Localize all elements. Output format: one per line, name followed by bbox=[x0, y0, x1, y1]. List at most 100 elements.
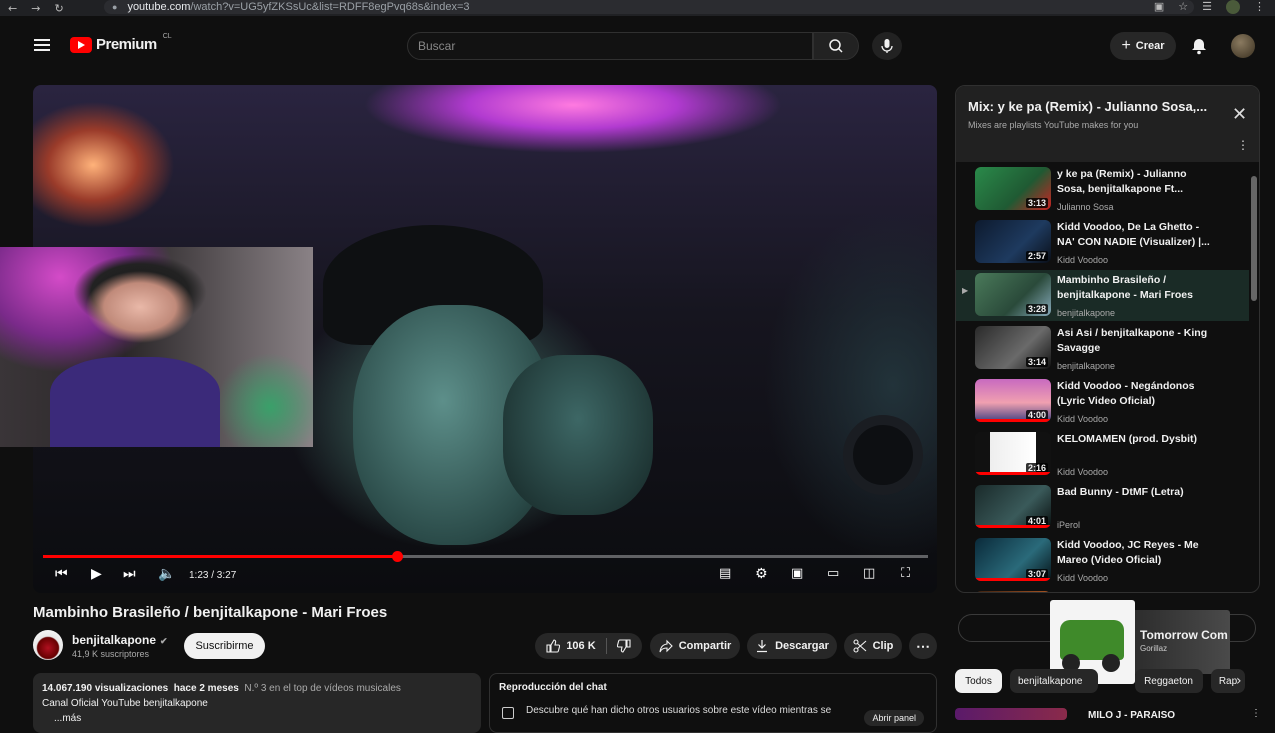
show-more-link[interactable]: ...más bbox=[42, 711, 472, 726]
playlist-item-title[interactable]: y ke pa (Remix) - Julianno Sosa, benjita… bbox=[1057, 167, 1217, 197]
forward-icon[interactable]: → bbox=[31, 2, 40, 15]
playlist-item-channel: iPerol bbox=[1057, 520, 1081, 530]
playlist-item-title[interactable]: JERE KLEIN & LUCKY BROWN - bbox=[1057, 591, 1217, 592]
verified-check-icon: ✔ bbox=[160, 636, 168, 646]
hamburger-menu-icon[interactable] bbox=[34, 39, 50, 51]
playlist-item-thumbnail[interactable]: 2:16 bbox=[975, 432, 1051, 475]
search-button[interactable] bbox=[813, 32, 859, 60]
recommendation-more-icon[interactable]: ⋮ bbox=[1251, 708, 1261, 719]
playlist-item-channel: Kidd Voodoo bbox=[1057, 467, 1109, 477]
video-frame-detail bbox=[843, 415, 923, 495]
playlist-item-thumbnail[interactable]: 3:14 bbox=[975, 326, 1051, 369]
subtitles-icon[interactable]: ▤ bbox=[719, 567, 731, 580]
create-button[interactable]: + Crear bbox=[1110, 32, 1176, 60]
back-icon[interactable]: ← bbox=[8, 2, 17, 15]
playlist-item-title[interactable]: Kidd Voodoo - Negándonos (Lyric Video Of… bbox=[1057, 379, 1217, 409]
playlist-item[interactable]: 2:16 KELOMAMEN (prod. Dysbit) Kidd Voodoo bbox=[956, 429, 1249, 480]
youtube-premium-logo[interactable]: Premium CL bbox=[70, 33, 172, 53]
progress-bar[interactable] bbox=[43, 551, 928, 562]
media-control-icon[interactable]: ☰ bbox=[1202, 0, 1212, 14]
clip-label: Clip bbox=[872, 640, 894, 652]
fullscreen-icon[interactable]: ⛶ bbox=[901, 567, 910, 580]
url-host: youtube.com bbox=[127, 1, 191, 13]
channel-name[interactable]: benjitalkapone bbox=[72, 633, 156, 647]
chart-rank[interactable]: N.º 3 en el top de vídeos musicales bbox=[244, 683, 401, 694]
playlist-item[interactable]: 4:00 Kidd Voodoo - Negándonos (Lyric Vide… bbox=[956, 376, 1249, 427]
playlist-item[interactable]: 3:14 Asi Asi / benjitalkapone - King Sava… bbox=[956, 323, 1249, 374]
browser-menu-icon[interactable]: ⋮ bbox=[1254, 0, 1265, 14]
playlist-item[interactable]: 4:01 Bad Bunny - DtMF (Letra) iPerol bbox=[956, 482, 1249, 533]
volume-icon[interactable]: 🔈 bbox=[158, 567, 175, 581]
subscribe-button[interactable]: Suscribirme bbox=[184, 633, 265, 659]
playlist-item-thumbnail[interactable]: 4:01 bbox=[975, 485, 1051, 528]
settings-gear-icon[interactable]: ⚙ bbox=[755, 567, 768, 581]
playlist-item-thumbnail[interactable] bbox=[975, 591, 1051, 592]
voice-search-button[interactable] bbox=[872, 32, 902, 60]
playlist-item[interactable]: 3:13 y ke pa (Remix) - Julianno Sosa, ben… bbox=[956, 164, 1249, 215]
playlist-item-duration: 3:13 bbox=[1025, 198, 1048, 208]
recommendation-thumbnail[interactable] bbox=[955, 708, 1067, 720]
scrubber-handle[interactable] bbox=[392, 551, 403, 562]
plus-icon: + bbox=[1121, 37, 1131, 54]
close-icon[interactable]: ✕ bbox=[1232, 106, 1247, 124]
playlist-item-title[interactable]: Asi Asi / benjitalkapone - King Savagge bbox=[1057, 326, 1217, 356]
playlist-item-thumbnail[interactable]: 3:13 bbox=[975, 167, 1051, 210]
webcam-detail bbox=[50, 357, 220, 447]
playlist-item-thumbnail[interactable]: 4:00 bbox=[975, 379, 1051, 422]
more-actions-button[interactable]: ⋯ bbox=[909, 633, 937, 659]
playlist-more-icon[interactable]: ⋮ bbox=[1237, 139, 1249, 151]
playlist-item[interactable]: JERE KLEIN & LUCKY BROWN - bbox=[956, 588, 1249, 592]
thumbs-down-icon[interactable] bbox=[616, 639, 631, 653]
playlist-item-thumbnail[interactable]: 3:07 bbox=[975, 538, 1051, 581]
bookmark-star-icon[interactable]: ☆ bbox=[1178, 0, 1188, 14]
playlist-title[interactable]: Mix: y ke pa (Remix) - Julianno Sosa,... bbox=[968, 99, 1223, 114]
clip-button[interactable]: Clip bbox=[844, 633, 902, 659]
chat-replay-description: Descubre qué han dicho otros usuarios so… bbox=[526, 705, 832, 716]
miniplayer-icon[interactable]: ▣ bbox=[791, 567, 803, 580]
like-button[interactable]: 106 K bbox=[546, 639, 596, 653]
cast-icon[interactable]: ◫ bbox=[863, 567, 875, 580]
theater-mode-icon[interactable]: ▭ bbox=[827, 567, 839, 580]
share-button[interactable]: Compartir bbox=[650, 633, 740, 659]
recommendation-item[interactable]: MILO J - PARAISO ⋮ bbox=[955, 706, 1275, 721]
playlist-item-thumbnail[interactable]: 3:28 bbox=[975, 273, 1051, 316]
open-panel-button[interactable]: Abrir panel bbox=[864, 710, 924, 726]
account-avatar[interactable] bbox=[1231, 34, 1255, 58]
playlist-item-title[interactable]: Kidd Voodoo, JC Reyes - Me Mareo (Video … bbox=[1057, 538, 1217, 568]
chip-reggaeton[interactable]: Reggaeton bbox=[1135, 669, 1203, 693]
channel-name-row[interactable]: benjitalkapone ✔ bbox=[72, 633, 168, 647]
microphone-icon bbox=[881, 39, 893, 53]
recommendation-title[interactable]: MILO J - PARAISO bbox=[1088, 710, 1175, 721]
chevron-right-icon[interactable]: › bbox=[1236, 673, 1242, 689]
play-icon[interactable]: ▶ bbox=[91, 567, 102, 581]
playlist-item-duration: 2:57 bbox=[1025, 251, 1048, 261]
search-input[interactable]: Buscar bbox=[407, 32, 813, 60]
chip-todos[interactable]: Todos bbox=[955, 669, 1002, 693]
playlist-item[interactable]: ▶ 3:28 Mambinho Brasileño / benjitalkapone… bbox=[956, 270, 1249, 321]
browser-actions: ▣ ☆ ☰ ⋮ bbox=[1154, 0, 1265, 14]
playlist-item-title[interactable]: Kidd Voodoo, De La Ghetto - NA' CON NADI… bbox=[1057, 220, 1217, 250]
playlist-item-channel: Julianno Sosa bbox=[1057, 202, 1114, 212]
playlist-scrollbar[interactable] bbox=[1251, 176, 1257, 301]
channel-avatar[interactable] bbox=[33, 630, 63, 660]
playlist-item-watched-bar bbox=[975, 419, 1051, 422]
next-icon[interactable]: ⏭ bbox=[123, 567, 136, 581]
description-box[interactable]: 14.067.190 visualizaciones hace 2 meses … bbox=[33, 673, 481, 733]
playlist-item-title[interactable]: Bad Bunny - DtMF (Letra) bbox=[1057, 485, 1217, 500]
playlist-item-thumbnail[interactable]: 2:57 bbox=[975, 220, 1051, 263]
chip-benjitalkapone[interactable]: benjitalkapone bbox=[1010, 669, 1098, 693]
playlist-item[interactable]: 3:07 Kidd Voodoo, JC Reyes - Me Mareo (Vi… bbox=[956, 535, 1249, 586]
cast-tab-icon[interactable]: ▣ bbox=[1154, 0, 1164, 14]
previous-icon[interactable]: ⏮ bbox=[55, 567, 68, 581]
playlist-item[interactable]: 2:57 Kidd Voodoo, De La Ghetto - NA' CON … bbox=[956, 217, 1249, 268]
like-dislike-group: 106 K bbox=[535, 633, 642, 659]
address-bar[interactable]: ● youtube.com/watch?v=UG5yfZKSsUc&list=R… bbox=[104, 0, 1194, 14]
notifications-bell-icon[interactable] bbox=[1191, 38, 1207, 60]
browser-profile-avatar[interactable] bbox=[1226, 0, 1240, 14]
download-button[interactable]: Descargar bbox=[747, 633, 837, 659]
mix-playlist-panel: Mix: y ke pa (Remix) - Julianno Sosa,...… bbox=[955, 85, 1260, 593]
playlist-item-title[interactable]: KELOMAMEN (prod. Dysbit) bbox=[1057, 432, 1217, 447]
site-info-icon[interactable]: ● bbox=[112, 2, 117, 12]
reload-icon[interactable]: ↻ bbox=[54, 2, 63, 15]
playlist-item-title[interactable]: Mambinho Brasileño / benjitalkapone - Ma… bbox=[1057, 273, 1217, 303]
